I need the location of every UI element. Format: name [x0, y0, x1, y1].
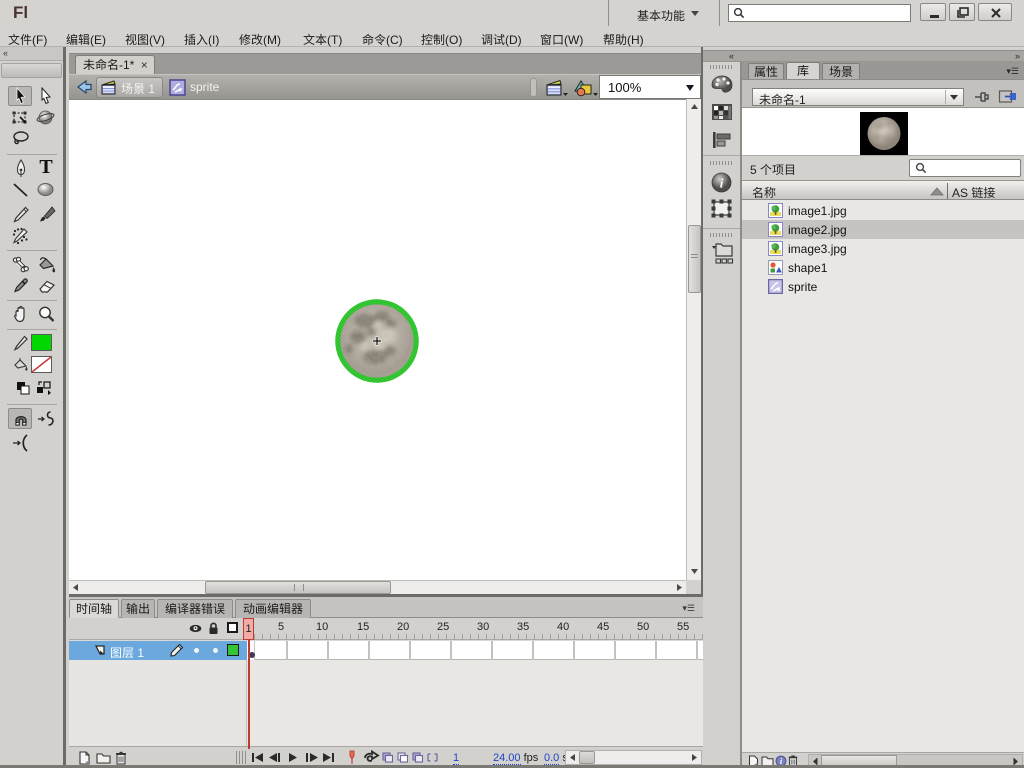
svg-text:i: i — [720, 176, 724, 191]
